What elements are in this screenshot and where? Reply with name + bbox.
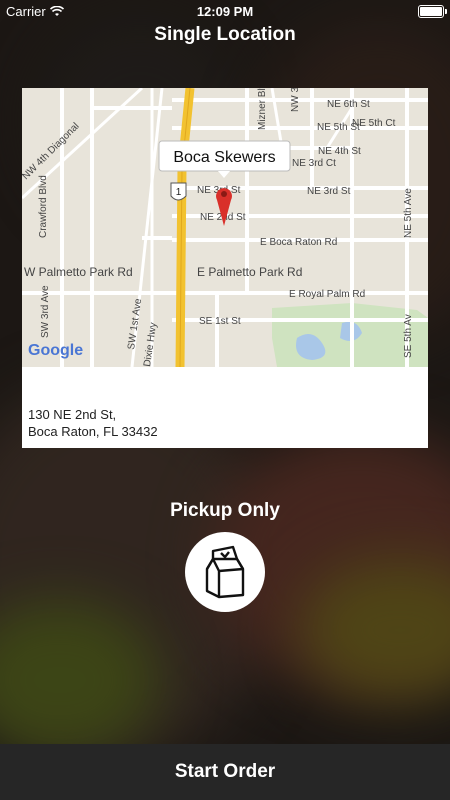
- start-order-button[interactable]: Start Order: [0, 744, 450, 800]
- street-label: NE 5th Ct: [352, 118, 396, 129]
- street-label: E Palmetto Park Rd: [197, 265, 302, 279]
- address-line2: Boca Raton, FL 33432: [28, 424, 158, 439]
- pickup-badge: [185, 532, 265, 612]
- street-label: SE 1st St: [199, 316, 241, 327]
- street-label: NE 3rd St: [307, 186, 351, 197]
- address-line1: 130 NE 2nd St,: [28, 407, 117, 422]
- street-label: Crawford Blvd: [38, 175, 49, 238]
- map-graphic: NE 6th St NE 5th St NE 5th Ct NE 4th St …: [22, 88, 428, 367]
- street-label: NE 5th Ave: [403, 188, 414, 238]
- address-block: 130 NE 2nd St, Boca Raton, FL 33432: [28, 406, 158, 440]
- street-label: NW 3rd: [290, 88, 301, 112]
- street-label: W Palmetto Park Rd: [24, 265, 133, 279]
- svg-text:1: 1: [176, 187, 182, 198]
- route-shield-icon: 1: [170, 182, 187, 201]
- google-logo: Google: [28, 342, 83, 359]
- status-time: 12:09 PM: [196, 4, 254, 19]
- marker-label: Boca Skewers: [173, 149, 275, 166]
- street-label: E Boca Raton Rd: [260, 237, 337, 248]
- status-bar: Carrier 12:09 PM: [0, 0, 450, 22]
- street-label: NE 6th St: [327, 99, 370, 110]
- street-label: SE 5th Av: [403, 314, 414, 358]
- battery-icon: [418, 5, 447, 18]
- street-label: E Royal Palm Rd: [289, 289, 365, 300]
- street-label: SW 3rd Ave: [40, 285, 51, 338]
- street-label: NE 3rd Ct: [292, 158, 336, 169]
- pickup-label: Pickup Only: [170, 500, 280, 521]
- street-label: Mizner Blvd: [257, 88, 268, 130]
- page-title: Single Location: [154, 24, 296, 45]
- map-view[interactable]: NE 6th St NE 5th St NE 5th Ct NE 4th St …: [22, 88, 428, 367]
- location-card: NE 6th St NE 5th St NE 5th Ct NE 4th St …: [22, 88, 428, 448]
- street-label: NE 4th St: [318, 146, 361, 157]
- bag-icon: [205, 545, 245, 599]
